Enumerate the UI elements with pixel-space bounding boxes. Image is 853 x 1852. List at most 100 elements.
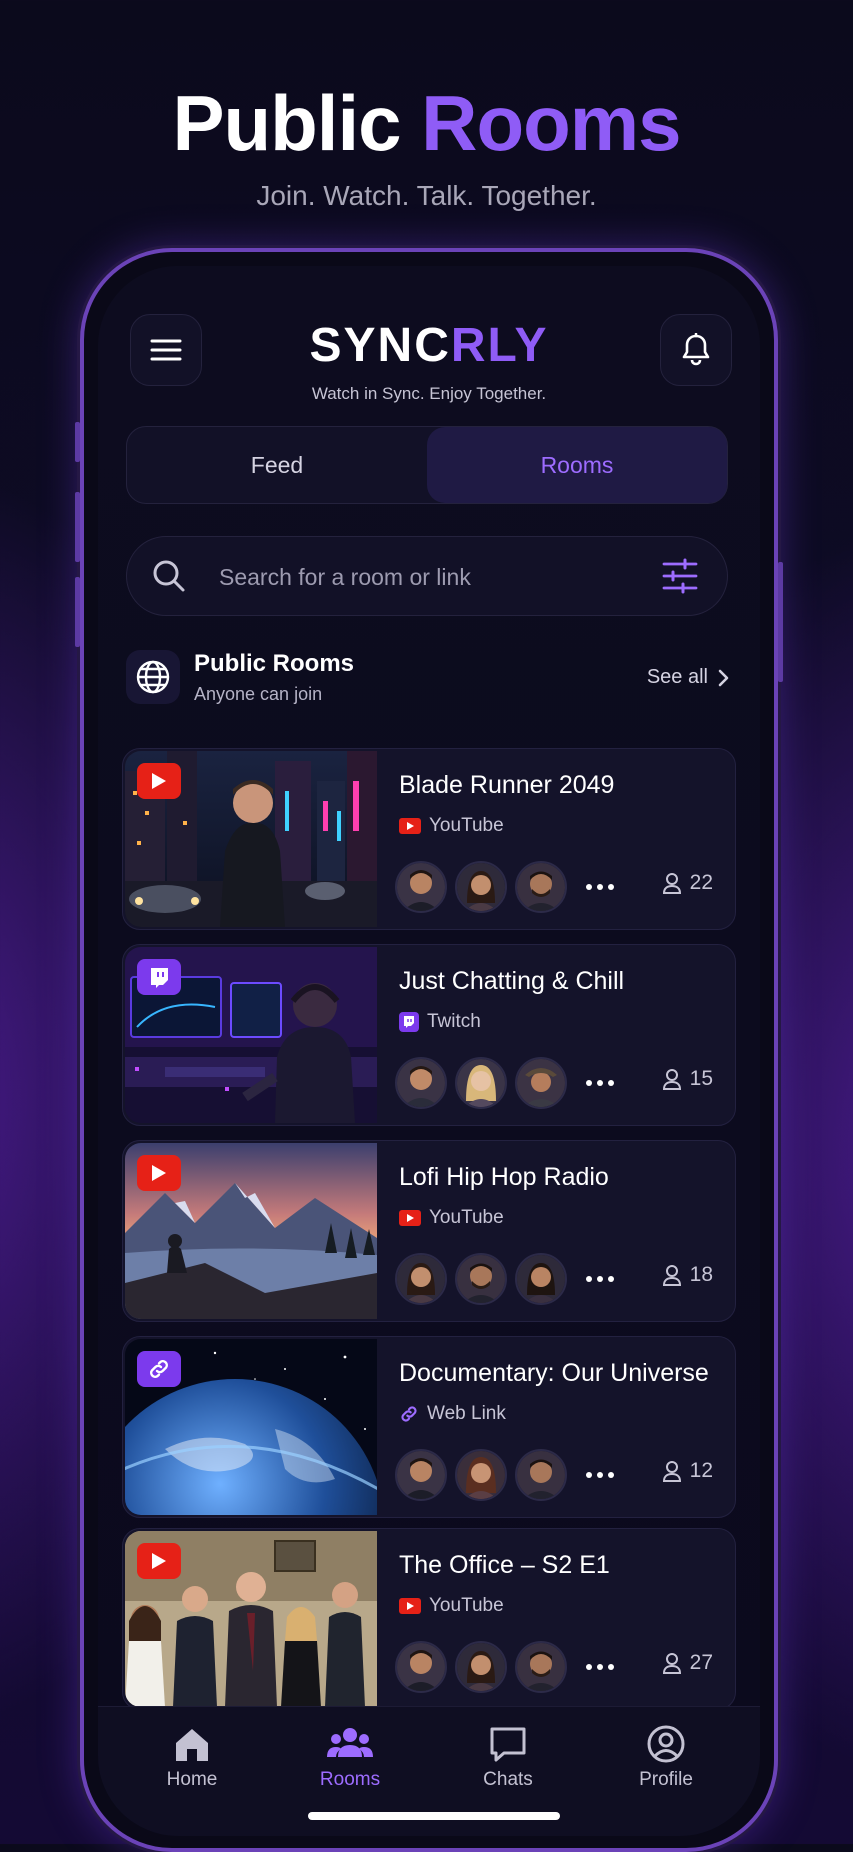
hero-title-main: Public [172, 79, 422, 167]
bell-icon [682, 333, 710, 366]
notifications-button[interactable] [660, 314, 732, 386]
avatar [455, 1449, 507, 1501]
tab-home[interactable]: Home [122, 1725, 262, 1791]
avatar [395, 1641, 447, 1693]
source-label: YouTube [429, 1207, 504, 1228]
hero-subtitle: Join. Watch. Talk. Together. [256, 180, 597, 211]
play-icon [152, 773, 166, 789]
room-source: Twitch [399, 1011, 481, 1033]
tab-label: Profile [639, 1769, 693, 1790]
phone-button [75, 422, 80, 462]
avatar [455, 861, 507, 913]
home-indicator[interactable] [308, 1812, 560, 1820]
room-source: YouTube [399, 1207, 504, 1229]
more-icon[interactable] [585, 883, 615, 891]
home-icon [176, 1729, 208, 1761]
avatar [455, 1253, 507, 1305]
phone-button [75, 577, 80, 647]
tab-rooms[interactable]: Rooms [427, 427, 727, 503]
filter-icon[interactable] [661, 557, 699, 595]
avatar [515, 1641, 567, 1693]
room-thumbnail [125, 1143, 377, 1319]
tab-feed[interactable]: Feed [127, 427, 427, 503]
youtube-icon [399, 1210, 421, 1226]
play-icon [152, 1165, 166, 1181]
participant-avatars [395, 1057, 615, 1109]
phone-frame: SYNCRLY Watch in Sync. Enjoy Together. F… [75, 248, 783, 1852]
avatar [515, 1057, 567, 1109]
room-thumbnail [125, 947, 377, 1123]
viewer-count: 12 [662, 1459, 713, 1483]
app-tagline: Watch in Sync. Enjoy Together. [311, 384, 547, 403]
youtube-icon [399, 1598, 421, 1614]
avatar [515, 861, 567, 913]
twitch-badge [137, 959, 181, 995]
link-badge [137, 1351, 181, 1387]
room-source: Web Link [399, 1403, 506, 1425]
viewer-count-value: 15 [689, 1067, 713, 1090]
user-icon [662, 1461, 681, 1482]
room-card[interactable]: Documentary: Our Universe Web Link 12 [122, 1336, 736, 1518]
youtube-badge [137, 1543, 181, 1579]
globe-icon-tile [126, 650, 180, 704]
participant-avatars [395, 861, 615, 913]
logo-part-accent: RLY [450, 319, 549, 372]
avatar [395, 1449, 447, 1501]
source-label: Twitch [427, 1011, 481, 1032]
avatar [515, 1253, 567, 1305]
tab-chats[interactable]: Chats [438, 1725, 578, 1791]
room-title: The Office – S2 E1 [399, 1551, 610, 1579]
viewer-count: 15 [662, 1067, 713, 1091]
participant-avatars [395, 1641, 615, 1693]
viewer-count: 22 [662, 871, 713, 895]
viewer-count-value: 12 [689, 1459, 713, 1482]
section-title: Public Rooms [194, 650, 355, 677]
avatar [395, 861, 447, 913]
search-input[interactable] [217, 537, 641, 617]
room-source: YouTube [399, 1595, 504, 1617]
more-icon[interactable] [585, 1079, 615, 1087]
user-icon [662, 1653, 681, 1674]
see-all-label: See all [646, 666, 708, 688]
users-icon [327, 1728, 373, 1757]
phone-button [75, 492, 80, 562]
app-screen: SYNCRLY Watch in Sync. Enjoy Together. F… [98, 266, 760, 1836]
participant-avatars [395, 1449, 615, 1501]
section-subtitle: Anyone can join [194, 684, 323, 704]
room-title: Blade Runner 2049 [399, 771, 615, 799]
user-icon [662, 873, 681, 894]
play-icon [152, 1553, 166, 1569]
source-label: YouTube [429, 1595, 504, 1616]
profile-icon [647, 1725, 685, 1763]
room-card[interactable]: The Office – S2 E1 YouTube 27 [122, 1528, 736, 1710]
tab-label: Chats [483, 1769, 533, 1790]
tab-label: Home [166, 1769, 218, 1790]
avatar [455, 1641, 507, 1693]
see-all-link[interactable]: See all [647, 666, 730, 689]
participant-avatars [395, 1253, 615, 1305]
avatar [395, 1253, 447, 1305]
room-title: Documentary: Our Universe [399, 1359, 709, 1387]
link-icon [401, 1406, 417, 1422]
youtube-badge [137, 763, 181, 799]
avatar [515, 1449, 567, 1501]
search-icon [153, 560, 185, 592]
tab-rooms-nav[interactable]: Rooms [280, 1725, 420, 1791]
user-icon [662, 1069, 681, 1090]
more-icon[interactable] [585, 1275, 615, 1283]
room-card[interactable]: Lofi Hip Hop Radio YouTube 18 [122, 1140, 736, 1322]
room-title: Lofi Hip Hop Radio [399, 1163, 609, 1191]
room-card[interactable]: Blade Runner 2049 YouTube 22 [122, 748, 736, 930]
phone-button [778, 562, 783, 682]
room-thumbnail [125, 751, 377, 927]
more-icon[interactable] [585, 1663, 615, 1671]
more-icon[interactable] [585, 1471, 615, 1479]
source-label: YouTube [429, 815, 504, 836]
twitch-icon [399, 1012, 419, 1032]
room-source: YouTube [399, 815, 504, 837]
tab-profile[interactable]: Profile [596, 1725, 736, 1791]
room-card[interactable]: Just Chatting & Chill Twitch 15 [122, 944, 736, 1126]
source-label: Web Link [427, 1403, 506, 1424]
chevron-right-icon [718, 669, 729, 686]
globe-icon [136, 660, 170, 694]
